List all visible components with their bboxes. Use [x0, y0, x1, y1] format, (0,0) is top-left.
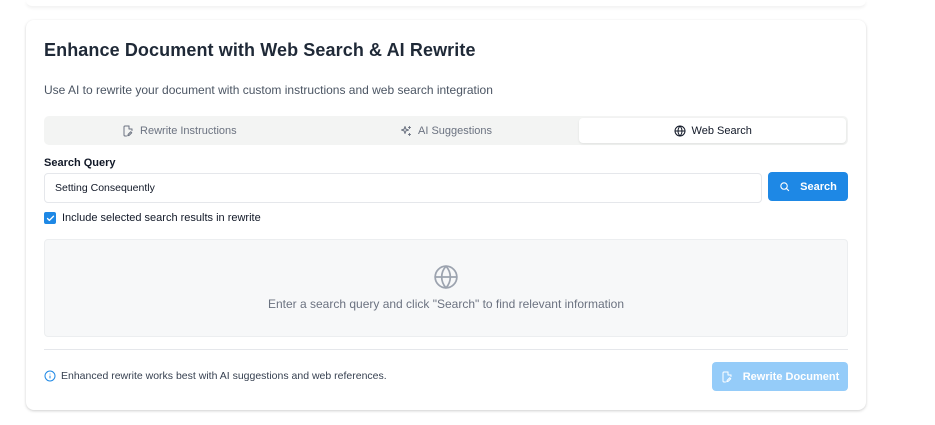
tab-label: Web Search — [691, 124, 752, 137]
rewrite-doc-icon — [722, 371, 732, 382]
tab-label: AI Suggestions — [418, 124, 492, 137]
footer-info-text: Enhanced rewrite works best with AI sugg… — [61, 370, 387, 382]
search-query-label: Search Query — [44, 157, 116, 169]
previous-card-edge — [26, 0, 866, 6]
search-icon — [780, 182, 790, 192]
rewrite-doc-icon — [123, 125, 133, 136]
tab-label: Rewrite Instructions — [140, 124, 237, 137]
tab-web-search[interactable]: Web Search — [579, 118, 847, 143]
footer-divider — [44, 349, 848, 350]
sparkles-icon — [401, 125, 411, 136]
search-input[interactable] — [44, 173, 762, 203]
mode-tabs: Rewrite Instructions AI Suggestions Web … — [44, 116, 848, 145]
card-title: Enhance Document with Web Search & AI Re… — [44, 40, 476, 60]
search-button[interactable]: Search — [768, 172, 848, 201]
globe-icon — [674, 125, 686, 136]
include-results-option: Include selected search results in rewri… — [44, 212, 261, 224]
footer-info: Enhanced rewrite works best with AI sugg… — [44, 370, 387, 382]
enhance-document-card: Enhance Document with Web Search & AI Re… — [26, 20, 866, 410]
tab-ai-suggestions[interactable]: AI Suggestions — [313, 118, 580, 143]
rewrite-button-label: Rewrite Document — [742, 370, 840, 383]
include-results-checkbox[interactable] — [44, 212, 56, 224]
empty-state-message: Enter a search query and click "Search" … — [267, 297, 625, 311]
checkmark-icon — [46, 215, 54, 221]
card-subtitle: Use AI to rewrite your document with cus… — [44, 83, 493, 97]
rewrite-document-button[interactable]: Rewrite Document — [712, 362, 848, 391]
search-button-label: Search — [800, 180, 837, 193]
globe-icon — [434, 265, 458, 289]
tab-rewrite-instructions[interactable]: Rewrite Instructions — [46, 118, 313, 143]
include-results-label[interactable]: Include selected search results in rewri… — [62, 212, 261, 224]
info-icon — [44, 370, 56, 382]
search-results-panel: Enter a search query and click "Search" … — [44, 239, 848, 337]
